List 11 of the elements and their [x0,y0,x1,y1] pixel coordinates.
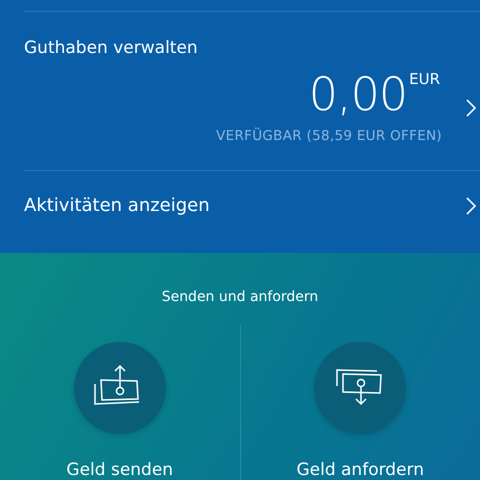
currency-label: EUR [409,70,440,88]
activity-label: Aktivitäten anzeigen [24,195,210,216]
action-label: Geld senden [66,460,174,480]
chevron-icon [466,196,476,214]
action-label: Geld anfordern [296,460,424,480]
balance-amount: 0,00 [308,68,408,120]
balance-title: Guthaben verwalten [24,37,199,60]
chevron-icon [466,99,476,117]
activity-row[interactable]: Aktivitäten anzeigen [24,171,480,216]
section-heading: Senden und anfordern [160,289,320,305]
available-note: VERFÜGBAR (58,59 EUR OFFEN) [216,128,442,144]
